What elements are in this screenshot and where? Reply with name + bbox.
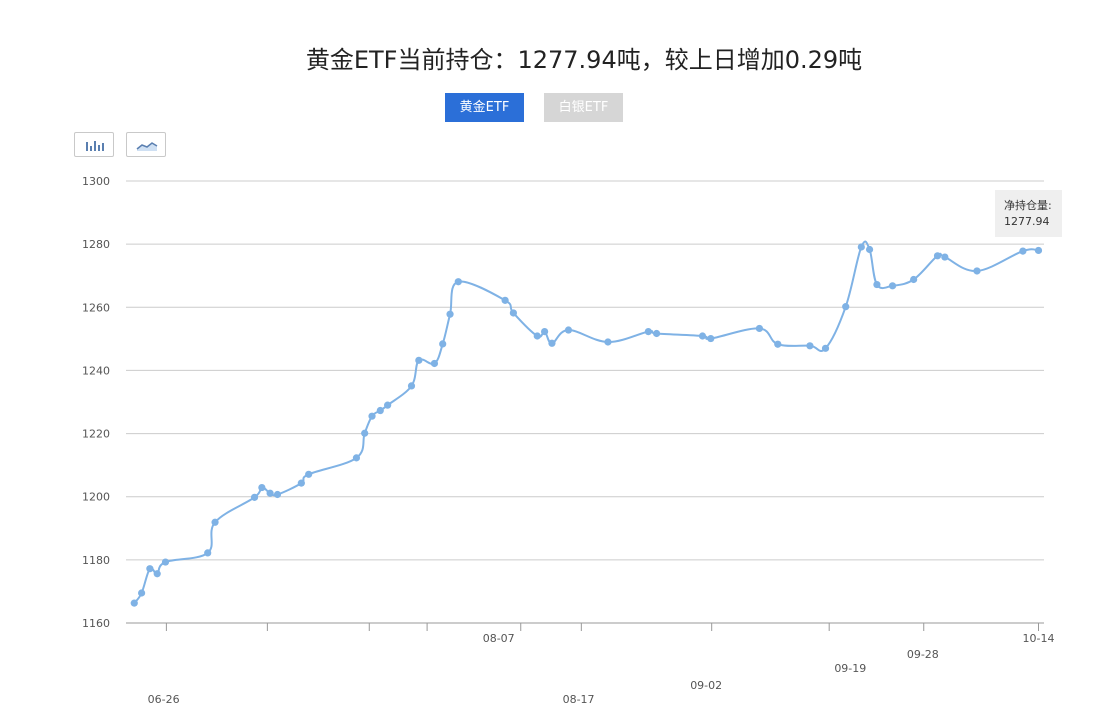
data-point[interactable] bbox=[361, 429, 369, 437]
x-tick-label: 09-02 bbox=[690, 679, 722, 692]
data-point[interactable] bbox=[842, 303, 850, 311]
etf-holdings-line-chart: 1160 1180 1200 1220 1240 1260 1280 1300 06-26 08… bbox=[82, 175, 1055, 706]
data-point[interactable] bbox=[352, 454, 361, 462]
data-point[interactable] bbox=[533, 332, 541, 340]
x-tick-label: 08-07 bbox=[483, 632, 515, 645]
data-point[interactable] bbox=[376, 406, 384, 415]
data-point[interactable] bbox=[501, 296, 509, 304]
data-point[interactable] bbox=[368, 412, 376, 420]
y-tick-label: 1300 bbox=[82, 175, 110, 188]
y-tick-label: 1280 bbox=[82, 238, 110, 251]
y-tick-label: 1220 bbox=[82, 428, 110, 441]
data-point[interactable] bbox=[509, 309, 517, 317]
tooltip-value: 1277.94 bbox=[1004, 215, 1050, 228]
data-point[interactable] bbox=[146, 565, 154, 573]
data-point[interactable] bbox=[258, 483, 266, 492]
y-tick-label: 1260 bbox=[82, 301, 110, 314]
data-point[interactable] bbox=[857, 243, 865, 251]
tooltip: 净持仓量: 1277.94 bbox=[995, 190, 1062, 237]
x-tick-label: 09-28 bbox=[907, 648, 939, 661]
data-point[interactable] bbox=[273, 490, 282, 499]
data-point[interactable] bbox=[446, 310, 454, 318]
data-point[interactable] bbox=[564, 326, 573, 334]
data-point[interactable] bbox=[305, 470, 313, 478]
data-point[interactable] bbox=[806, 342, 814, 350]
data-point[interactable] bbox=[204, 549, 212, 557]
data-point[interactable] bbox=[873, 280, 881, 289]
data-point[interactable] bbox=[297, 479, 305, 487]
y-tick-label: 1200 bbox=[82, 491, 110, 504]
tooltip-label: 净持仓量: bbox=[1004, 199, 1052, 212]
data-point[interactable] bbox=[454, 278, 462, 286]
data-point[interactable] bbox=[774, 340, 782, 348]
data-point[interactable] bbox=[407, 382, 416, 390]
series-line bbox=[133, 240, 1039, 604]
y-tick-label: 1160 bbox=[82, 617, 110, 630]
data-point[interactable] bbox=[266, 489, 274, 497]
data-point[interactable] bbox=[384, 401, 392, 409]
data-point[interactable] bbox=[138, 589, 146, 597]
data-point[interactable] bbox=[548, 339, 556, 347]
data-point[interactable] bbox=[888, 282, 897, 290]
data-point[interactable] bbox=[153, 570, 161, 578]
data-point[interactable] bbox=[604, 338, 612, 346]
data-point[interactable] bbox=[1034, 246, 1043, 255]
data-point[interactable] bbox=[910, 275, 918, 284]
data-point[interactable] bbox=[130, 599, 138, 607]
x-tick-label: 08-17 bbox=[563, 693, 595, 706]
data-point[interactable] bbox=[161, 558, 170, 566]
data-point[interactable] bbox=[707, 334, 715, 343]
data-point[interactable] bbox=[541, 327, 549, 336]
y-tick-label: 1240 bbox=[82, 364, 110, 377]
data-point[interactable] bbox=[211, 518, 219, 526]
y-tick-label: 1180 bbox=[82, 554, 110, 567]
x-tick-label: 09-19 bbox=[834, 662, 866, 675]
data-point[interactable] bbox=[430, 359, 439, 368]
data-point[interactable] bbox=[415, 356, 423, 364]
data-point[interactable] bbox=[1019, 247, 1027, 255]
x-tick-label: 10-14 bbox=[1023, 632, 1055, 645]
data-point[interactable] bbox=[865, 245, 874, 254]
data-point[interactable] bbox=[755, 324, 764, 333]
data-point[interactable] bbox=[821, 344, 830, 352]
x-tick-label: 06-26 bbox=[148, 693, 180, 706]
data-point[interactable] bbox=[698, 332, 707, 340]
data-point[interactable] bbox=[653, 329, 661, 338]
data-point[interactable] bbox=[973, 267, 981, 275]
data-point[interactable] bbox=[933, 252, 942, 260]
data-point[interactable] bbox=[644, 327, 652, 336]
data-point[interactable] bbox=[941, 253, 949, 261]
data-point[interactable] bbox=[250, 493, 259, 501]
data-point[interactable] bbox=[439, 340, 447, 348]
